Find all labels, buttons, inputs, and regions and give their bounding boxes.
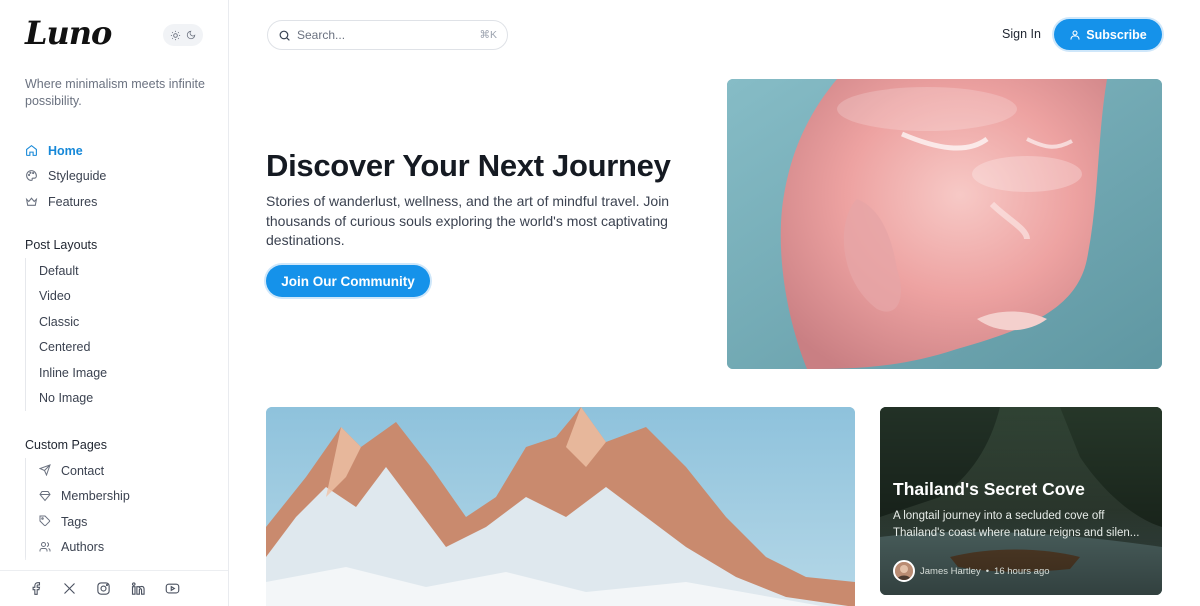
linkedin-icon[interactable] [130,581,145,596]
post-card-meta: James Hartley • 16 hours ago [893,560,1050,582]
custom-pages-heading: Custom Pages [25,438,107,452]
moon-icon [186,30,196,40]
users-icon [39,541,52,554]
sun-icon [170,30,181,41]
instagram-icon[interactable] [96,581,111,596]
sidebar-item-label: Membership [61,489,130,504]
sidebar-item-default[interactable]: Default [39,258,107,284]
post-card-title[interactable]: Thailand's Secret Cove [893,479,1151,500]
post-layouts-heading: Post Layouts [25,238,98,252]
sidebar-item-video[interactable]: Video [39,284,107,310]
social-links [0,570,228,606]
post-layouts-list: Default Video Classic Centered Inline Im… [25,258,107,411]
subscribe-button[interactable]: Subscribe [1054,19,1162,50]
main-nav: Home Styleguide Features [25,138,106,215]
nav-item-features[interactable]: Features [25,189,106,215]
user-icon [1069,29,1081,41]
sidebar-item-label: Authors [61,540,105,555]
nav-item-home[interactable]: Home [25,138,106,164]
sidebar-item-membership[interactable]: Membership [39,484,130,510]
post-time: 16 hours ago [994,565,1050,577]
post-card-excerpt: A longtail journey into a secluded cove … [893,510,1140,539]
home-icon [25,144,39,158]
sidebar-fade [0,556,228,570]
nav-item-styleguide[interactable]: Styleguide [25,164,106,190]
sidebar-item-contact[interactable]: Contact [39,458,130,484]
sidebar-item-label: Tags [61,514,88,529]
sidebar: Luno Where minimalism meets infinite pos… [0,0,229,606]
search-input[interactable]: Search... ⌘K [267,20,508,50]
hero-title: Discover Your Next Journey [266,148,671,183]
nav-item-label: Home [48,143,83,158]
site-logo[interactable]: Luno [25,14,112,52]
facebook-icon[interactable] [29,581,43,596]
send-icon [39,464,52,477]
hero-image [727,79,1162,369]
diamond-icon [39,490,52,503]
sidebar-item-no-image[interactable]: No Image [39,386,107,412]
x-icon[interactable] [62,581,77,596]
nav-item-label: Styleguide [48,169,107,184]
meta-separator: • [985,565,990,577]
nav-item-label: Features [48,194,98,209]
crown-icon [25,195,39,209]
sidebar-item-centered[interactable]: Centered [39,335,107,361]
search-icon [278,29,291,42]
post-card-thailand[interactable]: Thailand's Secret Cove A longtail journe… [880,407,1162,595]
site-tagline: Where minimalism meets infinite possibil… [25,77,205,108]
subscribe-label: Subscribe [1086,27,1147,42]
hero-description: Stories of wanderlust, wellness, and the… [266,193,670,248]
join-community-button[interactable]: Join Our Community [266,265,430,297]
sidebar-item-classic[interactable]: Classic [39,309,107,335]
tag-icon [39,515,52,528]
author-name[interactable]: James Hartley [920,566,981,577]
palette-icon [25,169,39,183]
post-card-content: Thailand's Secret Cove A longtail journe… [893,479,1151,541]
sidebar-item-label: Contact [61,463,105,478]
search-shortcut: ⌘K [479,29,497,41]
sidebar-item-inline-image[interactable]: Inline Image [39,360,107,386]
search-placeholder: Search... [297,28,346,42]
youtube-icon[interactable] [164,581,181,596]
custom-pages-list: Contact Membership Tags Authors [25,458,130,560]
featured-post-image[interactable] [266,407,855,606]
sidebar-item-tags[interactable]: Tags [39,509,130,535]
theme-toggle[interactable] [163,24,203,46]
sign-in-link[interactable]: Sign In [1002,27,1041,41]
author-avatar[interactable] [893,560,915,582]
